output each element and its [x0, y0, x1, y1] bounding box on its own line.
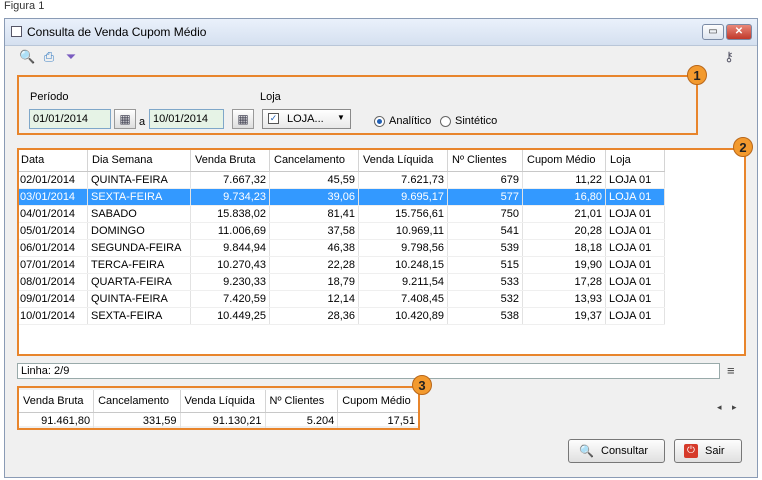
- search-icon[interactable]: 🔍: [19, 49, 35, 65]
- sair-label: Sair: [705, 445, 725, 457]
- window-title: Consulta de Venda Cupom Médio: [27, 25, 207, 39]
- loja-selected-value: LOJA...: [287, 113, 324, 125]
- calendar-to-button[interactable]: ▦: [232, 109, 254, 129]
- consultar-button[interactable]: 🔍 Consultar: [568, 439, 665, 463]
- checkbox-icon[interactable]: ✓: [268, 113, 279, 124]
- totals-highlight: [17, 386, 420, 430]
- loja-dropdown[interactable]: ✓ LOJA... ▼: [262, 109, 351, 129]
- figure-caption: Figura 1: [4, 0, 45, 12]
- analitico-label: Analítico: [389, 115, 432, 127]
- consultar-label: Consultar: [601, 445, 649, 457]
- grid-highlight: [17, 148, 746, 356]
- scroll-left-icon[interactable]: ◂: [717, 402, 722, 413]
- date-from-field[interactable]: 01/01/2014: [29, 109, 111, 129]
- restore-button[interactable]: ▭: [702, 24, 724, 40]
- date-to-field[interactable]: 10/01/2014: [149, 109, 224, 129]
- scroll-right-icon[interactable]: ▸: [732, 402, 737, 413]
- title-bar: Consulta de Venda Cupom Médio ▭ ✕: [5, 19, 757, 46]
- chevron-down-icon: ▼: [337, 113, 345, 122]
- print-preview-icon[interactable]: ⎙: [41, 49, 57, 65]
- toolbar: 🔍 ⎙ ⏷ ⚷: [5, 46, 757, 68]
- sair-button[interactable]: ⏻ Sair: [674, 439, 742, 463]
- callout-badge-1: 1: [687, 65, 707, 85]
- analitico-radio[interactable]: [374, 116, 385, 127]
- calendar-icon: ▦: [237, 112, 249, 126]
- callout-badge-2: 2: [733, 137, 753, 157]
- menu-lines-icon[interactable]: ≡: [727, 363, 735, 378]
- sintetico-radio[interactable]: [440, 116, 451, 127]
- date-separator: a: [139, 116, 146, 128]
- periodo-label: Período: [30, 91, 69, 103]
- power-icon: ⏻: [684, 444, 698, 458]
- sintetico-label: Sintético: [455, 115, 498, 127]
- app-icon: [11, 26, 22, 37]
- status-line: Linha: 2/9: [17, 363, 720, 379]
- calendar-from-button[interactable]: ▦: [114, 109, 136, 129]
- search-icon: 🔍: [579, 444, 594, 458]
- filter-icon[interactable]: ⏷: [63, 49, 79, 65]
- callout-badge-3: 3: [412, 375, 432, 395]
- calendar-icon: ▦: [119, 112, 131, 126]
- close-button[interactable]: ✕: [726, 24, 752, 40]
- loja-label: Loja: [260, 91, 281, 103]
- key-icon[interactable]: ⚷: [721, 49, 737, 65]
- app-window: Consulta de Venda Cupom Médio ▭ ✕ 🔍 ⎙ ⏷ …: [4, 18, 758, 478]
